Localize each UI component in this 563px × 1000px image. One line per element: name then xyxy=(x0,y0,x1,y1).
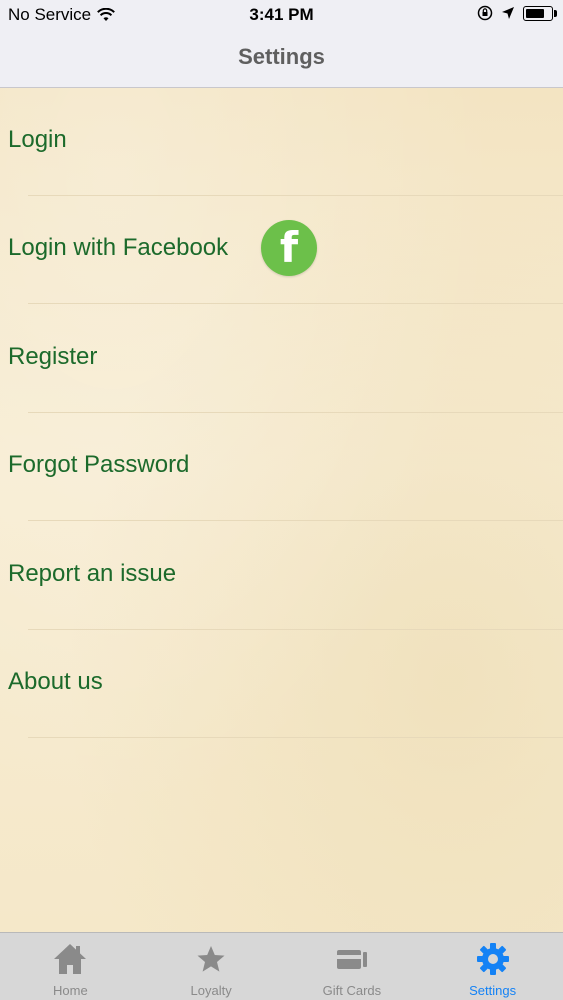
home-icon xyxy=(54,944,87,974)
gear-icon xyxy=(476,943,509,975)
tab-settings[interactable]: Settings xyxy=(422,933,563,1000)
settings-content: Login Login with Facebook f Register For… xyxy=(0,88,563,933)
divider xyxy=(28,520,563,521)
tab-home[interactable]: Home xyxy=(0,933,141,1000)
menu-item-label: Login with Facebook xyxy=(8,234,229,261)
menu-item-label: About us xyxy=(8,668,103,695)
menu-item-label: Register xyxy=(8,343,98,370)
battery-fill xyxy=(526,8,544,18)
menu-item-register[interactable]: Register xyxy=(0,305,563,413)
facebook-icon[interactable]: f xyxy=(261,220,317,276)
gift-card-icon xyxy=(336,950,367,969)
tab-gift-cards[interactable]: Gift Cards xyxy=(282,933,423,1000)
status-right xyxy=(477,5,557,21)
divider xyxy=(28,737,563,738)
menu-item-label: Login xyxy=(8,126,67,153)
tab-label: Loyalty xyxy=(190,983,232,998)
menu-item-label: Forgot Password xyxy=(8,451,190,478)
tab-loyalty[interactable]: Loyalty xyxy=(141,933,282,1000)
tab-label: Settings xyxy=(469,983,517,998)
status-bar: No Service 3:41 PM xyxy=(0,0,563,30)
tab-bar: Home Loyalty Gift Cards Settings xyxy=(0,932,563,1000)
tab-label: Gift Cards xyxy=(322,983,382,998)
menu-item-report-issue[interactable]: Report an issue xyxy=(0,522,563,630)
battery-icon xyxy=(523,5,557,21)
star-icon xyxy=(197,946,225,972)
page-title: Settings xyxy=(238,44,325,69)
menu-item-forgot-password[interactable]: Forgot Password xyxy=(0,413,563,521)
location-icon xyxy=(502,7,514,19)
tab-label: Home xyxy=(53,983,88,998)
menu-item-label: Report an issue xyxy=(8,560,177,587)
divider xyxy=(28,303,563,304)
menu-item-about-us[interactable]: About us xyxy=(0,630,563,738)
navigation-bar: Settings xyxy=(0,30,563,88)
menu-item-login[interactable]: Login xyxy=(0,88,563,196)
orientation-lock-icon xyxy=(477,5,493,21)
menu-item-login-facebook[interactable]: Login with Facebook f xyxy=(0,196,563,304)
